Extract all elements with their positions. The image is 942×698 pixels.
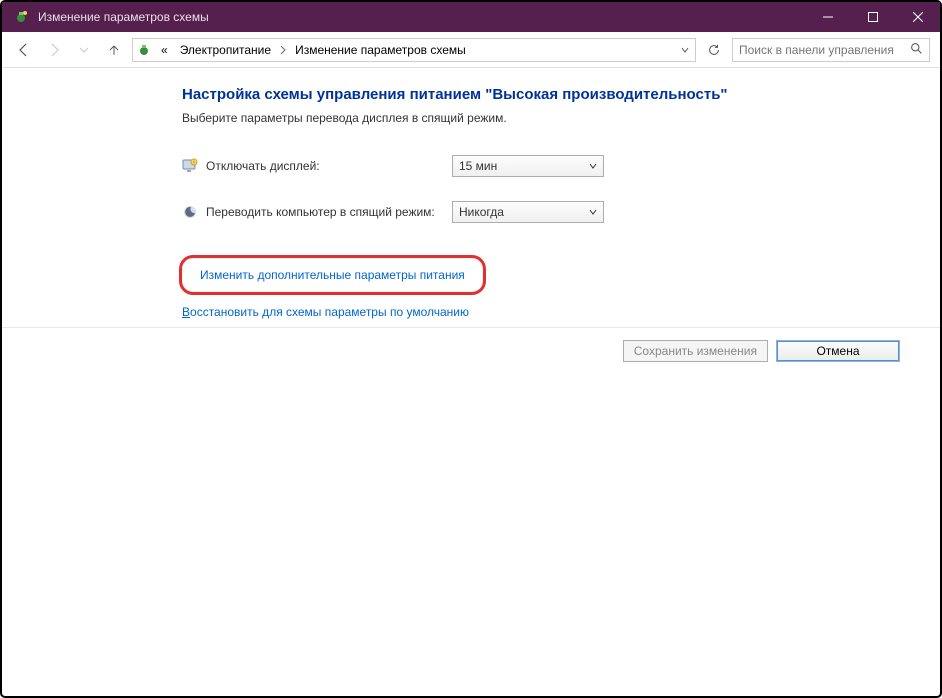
- sleep-row: Переводить компьютер в спящий режим:: [182, 204, 452, 220]
- breadcrumb-current[interactable]: Изменение параметров схемы: [291, 41, 470, 59]
- restore-defaults-link[interactable]: Восстановить для схемы параметры по умол…: [182, 305, 900, 319]
- cancel-button[interactable]: Отмена: [776, 340, 900, 362]
- chevron-right-icon: [279, 43, 287, 57]
- search-icon: [910, 42, 923, 58]
- nav-up-button[interactable]: [102, 38, 126, 62]
- nav-back-button[interactable]: [12, 38, 36, 62]
- nav-forward-button[interactable]: [42, 38, 66, 62]
- page-subhead: Выберите параметры перевода дисплея в сп…: [182, 111, 900, 125]
- save-button: Сохранить изменения: [623, 340, 768, 362]
- control-panel-icon: [137, 42, 153, 58]
- breadcrumb-root[interactable]: «: [157, 41, 172, 59]
- app-icon: [14, 9, 30, 25]
- refresh-button[interactable]: [702, 38, 726, 62]
- sleep-value: Никогда: [459, 205, 504, 219]
- chevron-down-icon: [589, 208, 597, 216]
- sleep-dropdown[interactable]: Никогда: [452, 201, 604, 223]
- monitor-icon: [182, 158, 198, 174]
- moon-icon: [182, 204, 198, 220]
- minimize-button[interactable]: [805, 2, 850, 32]
- chevron-down-icon: [589, 162, 597, 170]
- settings-grid: Отключать дисплей: 15 мин Пе: [182, 155, 900, 223]
- display-off-label: Отключать дисплей:: [206, 159, 320, 173]
- address-bar[interactable]: « Электропитание Изменение параметров сх…: [132, 38, 696, 62]
- titlebar: Изменение параметров схемы: [2, 2, 940, 32]
- window-title: Изменение параметров схемы: [38, 10, 805, 24]
- display-off-dropdown[interactable]: 15 мин: [452, 155, 604, 177]
- action-buttons: Сохранить изменения Отмена: [2, 328, 940, 376]
- highlight-annotation: Изменить дополнительные параметры питани…: [179, 255, 486, 295]
- breadcrumb-power[interactable]: Электропитание: [176, 41, 275, 59]
- sleep-label: Переводить компьютер в спящий режим:: [206, 205, 435, 219]
- maximize-button[interactable]: [850, 2, 895, 32]
- search-box[interactable]: [732, 38, 930, 62]
- address-history-dropdown[interactable]: [675, 39, 693, 61]
- navbar: « Электропитание Изменение параметров сх…: [2, 32, 940, 68]
- display-off-row: Отключать дисплей:: [182, 158, 452, 174]
- content-area: Настройка схемы управления питанием "Выс…: [2, 68, 940, 696]
- search-input[interactable]: [739, 43, 906, 57]
- page-title: Настройка схемы управления питанием "Выс…: [182, 86, 900, 103]
- display-off-value: 15 мин: [459, 159, 497, 173]
- advanced-settings-link[interactable]: Изменить дополнительные параметры питани…: [200, 268, 465, 282]
- nav-recent-button[interactable]: [72, 38, 96, 62]
- close-button[interactable]: [895, 2, 940, 32]
